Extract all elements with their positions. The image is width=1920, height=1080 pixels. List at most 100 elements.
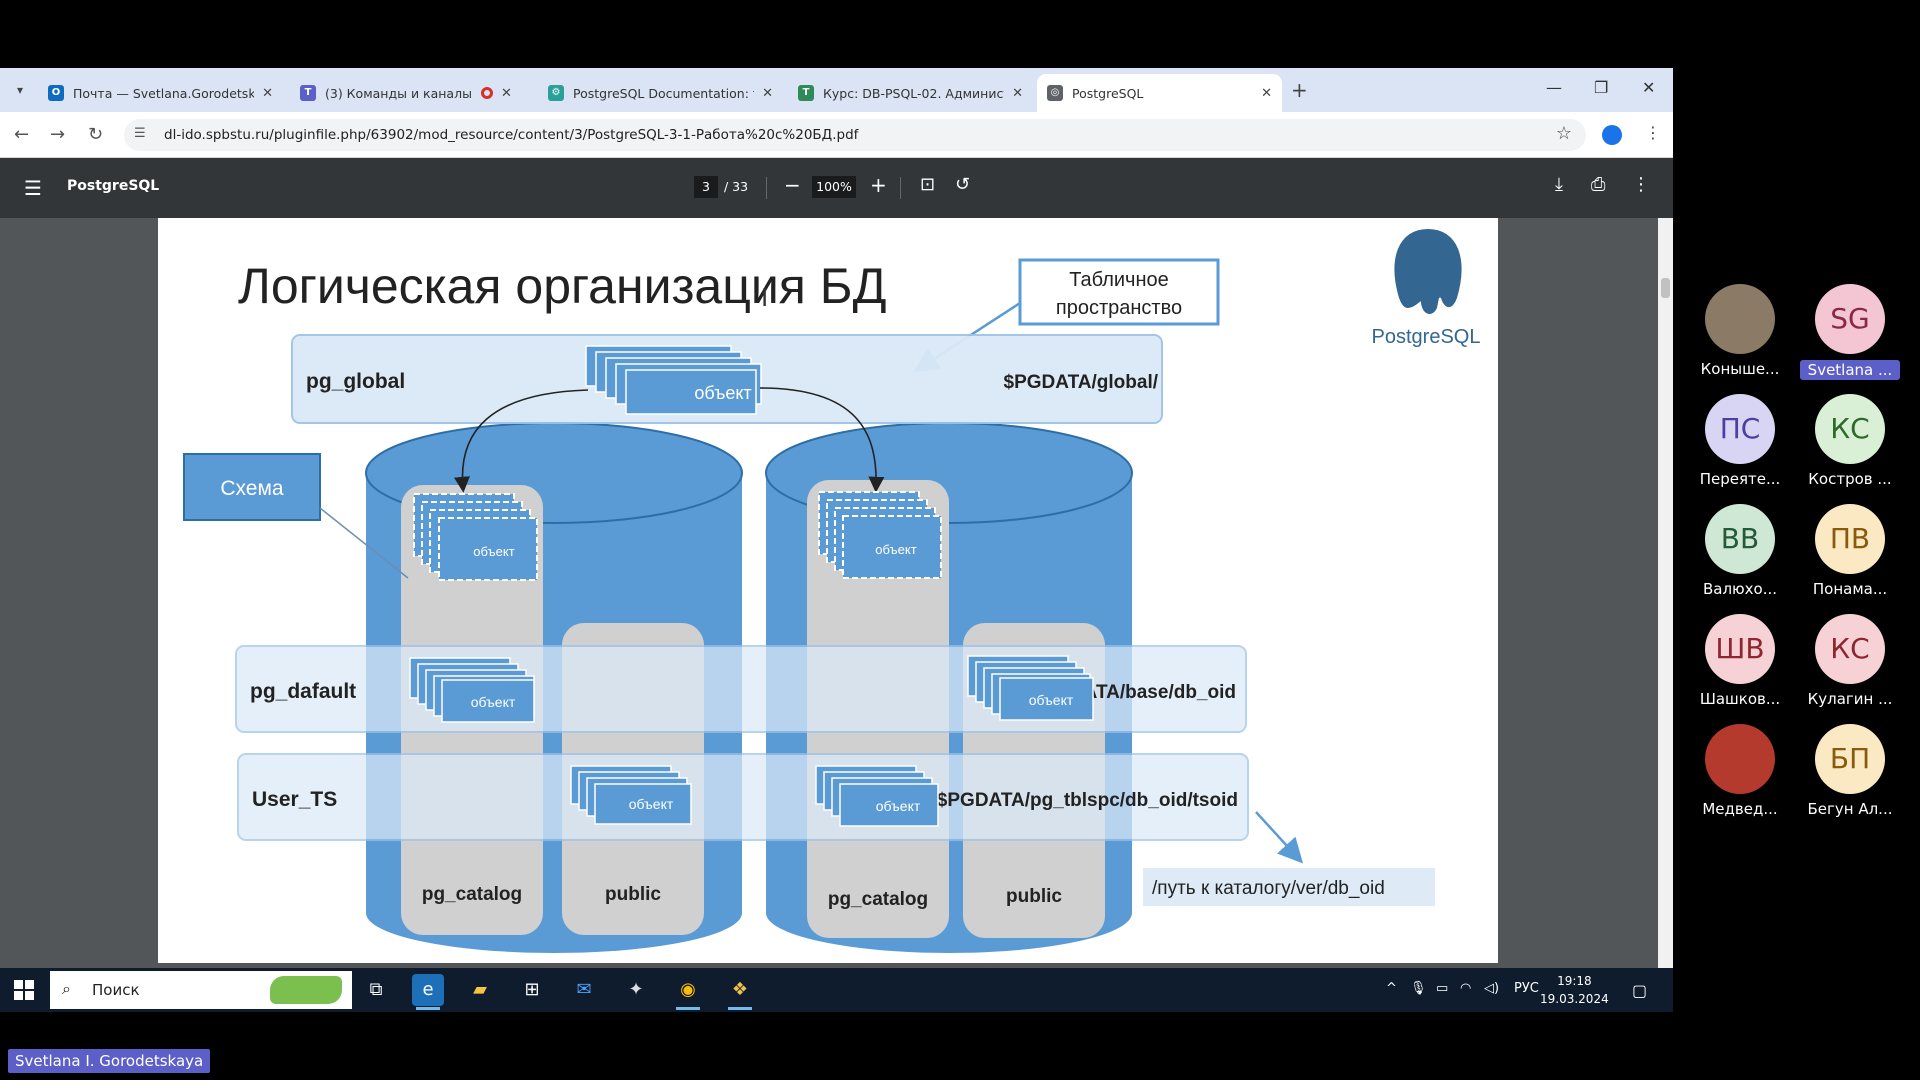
object-label: объект [875,542,916,557]
browser-menu-icon[interactable]: ⋮ [1645,123,1661,142]
object-label: объект [1029,692,1074,708]
close-icon[interactable]: ✕ [762,86,773,101]
tab-course[interactable]: T Курс: DB-PSQL-02. Администрирование ✕ [788,74,1033,112]
participant-tile[interactable]: Медвед... [1690,724,1790,818]
battery-icon[interactable]: ▭ [1436,981,1448,996]
participant-tile[interactable]: SG Svetlana ... [1800,284,1900,380]
zoom-in-button[interactable]: + [870,173,887,197]
tab-postgresql[interactable]: ◎ PostgreSQL ✕ [1037,74,1282,112]
participant-avatar: БП [1815,724,1885,794]
store-icon[interactable]: ⊞ [516,974,548,1006]
tab-search-icon[interactable]: ▾ [10,80,30,100]
object-label: объект [694,383,751,403]
participant-tile[interactable]: КС Кулагин ... [1800,614,1900,708]
participant-avatar: SG [1815,284,1885,354]
edge-icon[interactable]: e [412,974,444,1010]
participant-tile[interactable]: БП Бегун Ал... [1800,724,1900,818]
scrollbar-thumb[interactable] [1661,278,1670,298]
file-explorer-icon[interactable]: ▰ [464,974,496,1006]
menu-icon[interactable]: ☰ [24,176,42,200]
presenter-name-tag: Svetlana I. Gorodetskaya [8,1049,211,1073]
microphone-icon[interactable]: 🎙 [1410,981,1427,996]
download-icon[interactable]: ⤓ [1555,174,1563,195]
tab-label: Почта — Svetlana.Gorodetskaya [73,85,255,101]
callout-line-2: пространство [1056,297,1182,319]
app-icon[interactable]: ✦ [620,974,652,1006]
participant-name: Костров ... [1808,470,1892,488]
participant-name: Бегун Ал... [1807,800,1893,818]
zoom-input[interactable]: 100% [812,176,856,198]
close-icon[interactable]: ✕ [262,86,273,101]
tray-chevron-icon[interactable]: ^ [1386,981,1397,996]
participant-photo [1705,284,1775,354]
pdf-viewport[interactable]: Логическая организация БД Табличное прос… [0,218,1673,968]
participant-tile[interactable]: Коныше... [1690,284,1790,378]
tab-label: PostgreSQL [1072,85,1144,101]
slide-title: Логическая организация БД [238,258,886,314]
new-tab-button[interactable]: + [1291,78,1308,102]
close-icon[interactable]: ✕ [1261,86,1272,101]
address-bar-row: ← → ↻ ☰ dl-ido.spbstu.ru/pluginfile.php/… [0,112,1673,158]
bookmark-star-icon[interactable]: ☆ [1556,123,1572,144]
notifications-icon[interactable]: ▢ [1632,981,1647,1000]
windows-start-icon[interactable] [14,980,34,1000]
fit-page-icon[interactable]: ⊡ [920,174,935,195]
pdf-page: Логическая организация БД Табличное прос… [158,218,1498,963]
path-note: /путь к каталогу/ver/db_oid [1152,878,1385,899]
tab-label: (3) Команды и каналы | Microsoft Teams [325,85,475,101]
participant-name: Понама... [1812,580,1888,598]
close-icon[interactable]: ✕ [501,86,512,101]
print-icon[interactable]: ⎙ [1591,174,1605,195]
participant-tile[interactable]: ВВ Валюхо... [1690,504,1790,598]
globe-icon: ◎ [1047,85,1063,101]
vertical-scrollbar[interactable] [1658,218,1673,968]
participant-name: Шашков... [1699,690,1781,708]
schema-label: pg_catalog [828,889,928,910]
mail-icon[interactable]: ✉ [568,974,600,1006]
clock[interactable]: 19:18 19.03.2024 [1540,972,1609,1008]
row-path: $PGDATA/pg_tblspc/db_oid/tsoid [937,790,1238,811]
restore-button[interactable]: ❐ [1594,78,1608,97]
address-bar[interactable]: ☰ dl-ido.spbstu.ru/pluginfile.php/63902/… [124,119,1586,151]
python-icon[interactable]: ❖ [724,974,756,1010]
row-name: User_TS [252,788,337,811]
minimize-button[interactable]: — [1546,78,1562,97]
participant-tile[interactable]: ПВ Понама... [1800,504,1900,598]
close-icon[interactable]: ✕ [1012,86,1023,101]
search-icon: ⌕ [62,979,71,998]
profile-icon[interactable] [1602,125,1622,145]
site-info-icon[interactable]: ☰ [134,126,146,141]
pdf-title: PostgreSQL [67,178,160,194]
object-label: объект [473,544,514,559]
wifi-icon[interactable]: ◠ [1460,981,1471,996]
rotate-icon[interactable]: ↺ [955,174,970,195]
forward-icon[interactable]: → [50,124,65,145]
zoom-out-button[interactable]: − [784,173,801,197]
back-icon[interactable]: ← [14,124,29,145]
schema-label: public [605,884,661,905]
slide-diagram: Логическая организация БД Табличное прос… [183,226,1480,953]
page-number-input[interactable]: 3 [694,176,718,198]
volume-icon[interactable]: ◁) [1484,981,1499,996]
object-label: объект [876,798,921,814]
more-options-icon[interactable]: ⋮ [1632,174,1650,195]
divider [900,177,901,199]
language-indicator[interactable]: РУС [1514,981,1539,996]
object-stack: объект [570,765,692,825]
participant-tile[interactable]: КС Костров ... [1800,394,1900,488]
tab-pg-docs[interactable]: ⚙ PostgreSQL Documentation: transactions… [538,74,783,112]
participant-name: Валюхо... [1702,580,1778,598]
catalog-object-stack: объект [818,491,942,579]
tab-mail[interactable]: O Почта — Svetlana.Gorodetskaya ✕ [38,74,283,112]
taskbar-search[interactable]: ⌕ Поиск [50,971,352,1009]
row-name: pg_global [306,370,405,393]
chrome-icon[interactable]: ◉ [672,974,704,1010]
url-text[interactable]: dl-ido.spbstu.ru/pluginfile.php/63902/mo… [164,127,858,143]
reload-icon[interactable]: ↻ [88,124,103,145]
participant-tile[interactable]: ПС Переяте... [1690,394,1790,488]
close-window-button[interactable]: ✕ [1642,78,1655,97]
schema-callout-label: Схема [220,477,284,500]
task-view-icon[interactable]: ⧉ [360,974,392,1006]
participant-tile[interactable]: ШВ Шашков... [1690,614,1790,708]
tab-teams[interactable]: T (3) Команды и каналы | Microsoft Teams… [290,74,535,112]
